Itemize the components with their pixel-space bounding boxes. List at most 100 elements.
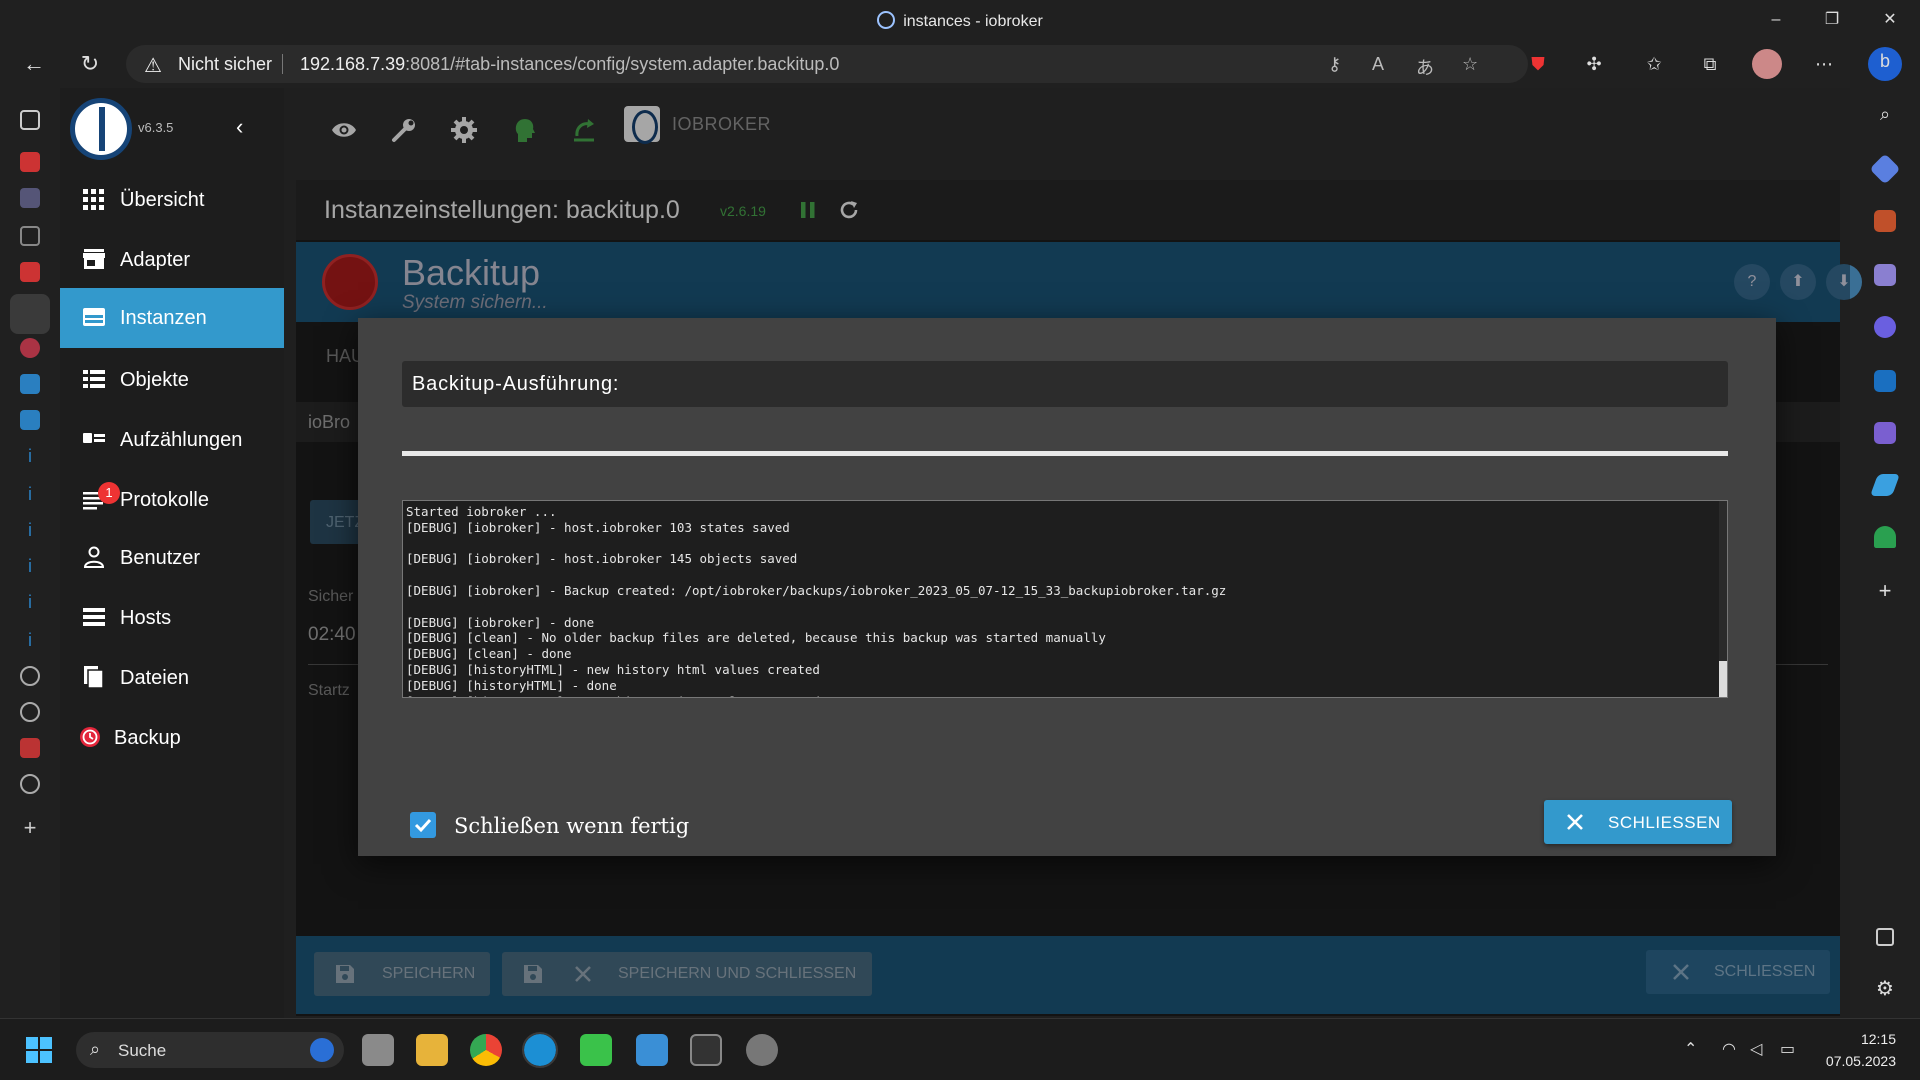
clock-time[interactable]: 12:15 (1840, 1031, 1896, 1047)
new-tab-icon[interactable]: + (20, 817, 40, 839)
bing-chat-icon[interactable]: b (1868, 47, 1902, 81)
tab-actions-icon[interactable] (20, 110, 40, 130)
menu-item-overview[interactable]: Übersicht (60, 170, 284, 230)
terminal-icon[interactable] (690, 1034, 722, 1066)
task-view-icon[interactable] (362, 1034, 394, 1066)
notepad-icon[interactable] (636, 1034, 668, 1066)
log-line: [DEBUG] [clean] - done (406, 646, 572, 662)
back-icon[interactable]: ← (20, 50, 48, 78)
minimize-button[interactable]: – (1764, 8, 1788, 32)
log-line: [DEBUG] [iobroker] - Backup created: /op… (406, 582, 1227, 598)
tab-app-icon[interactable] (20, 738, 40, 758)
menu-item-label: Übersicht (120, 189, 205, 211)
tab-info-icon[interactable]: i (20, 484, 40, 504)
tree-icon[interactable] (1874, 526, 1896, 548)
tab-app-icon[interactable] (20, 410, 40, 430)
menu-item-adapter[interactable]: Adapter (60, 230, 284, 290)
chrome-icon[interactable] (470, 1034, 502, 1066)
menu-item-label: Adapter (120, 249, 191, 271)
windows-taskbar: ⌕ Suche ⌃ ◠ ◁ ▭ 12:15 07.05.2023 (0, 1018, 1920, 1080)
extensions-icon[interactable]: ✣ (1580, 50, 1608, 78)
read-aloud-icon[interactable]: A (1372, 54, 1384, 75)
battery-icon[interactable]: ▭ (1780, 1039, 1795, 1059)
wifi-icon[interactable]: ◠ (1722, 1039, 1736, 1059)
menu-item-hosts[interactable]: Hosts (60, 588, 284, 648)
menu-item-instances[interactable]: Instanzen (60, 288, 284, 348)
translate-icon[interactable]: あ (1416, 54, 1434, 80)
taskbar-search[interactable]: ⌕ Suche (76, 1032, 344, 1068)
tray-chevron-icon[interactable]: ⌃ (1684, 1039, 1697, 1059)
file-explorer-icon[interactable] (416, 1034, 448, 1066)
menu-item-label: Objekte (120, 369, 189, 391)
more-icon[interactable]: ⋯ (1810, 50, 1838, 78)
close-when-done-checkbox[interactable] (410, 812, 436, 838)
menu-item-logs[interactable]: 1 Protokolle (60, 470, 284, 530)
collections-icon[interactable]: ⧉ (1696, 50, 1724, 78)
favorite-add-icon[interactable]: ☆ (1462, 54, 1478, 75)
log-line: [DEBUG] [clean] - No older backup files … (406, 630, 1106, 646)
tab-document-icon[interactable] (20, 226, 40, 246)
menu-item-users[interactable]: Benutzer (60, 528, 284, 588)
tab-r-icon[interactable] (20, 338, 40, 358)
menu-item-label: Protokolle (120, 489, 209, 511)
games-icon[interactable] (1874, 264, 1896, 286)
tab-iobroker-active-icon[interactable] (10, 294, 50, 334)
shield-extension-icon[interactable]: ⛊ (1524, 50, 1552, 78)
log-scrollbar[interactable] (1719, 501, 1727, 697)
address-bar[interactable]: ⚠ Nicht sicher 192.168.7.39:8081/#tab-in… (126, 45, 1528, 83)
windows-start-icon[interactable] (26, 1037, 52, 1063)
tab-youtube-icon[interactable] (20, 152, 40, 172)
tab-github-icon[interactable] (20, 666, 40, 686)
tab-youtube-icon[interactable] (20, 262, 40, 282)
dialog-close-button[interactable]: SCHLIESSEN (1544, 800, 1732, 844)
hide-sidebar-icon[interactable] (1876, 928, 1894, 946)
tab-github-icon[interactable] (20, 702, 40, 722)
close-window-button[interactable]: ✕ (1878, 8, 1902, 32)
log-output[interactable]: Started iobroker ... [DEBUG] [iobroker] -… (402, 500, 1728, 698)
checkbox-label[interactable]: Schließen wenn fertig (454, 814, 689, 838)
menu-item-backup[interactable]: Backup (60, 708, 284, 768)
tab-github-icon[interactable] (20, 774, 40, 794)
app-icon[interactable] (580, 1034, 612, 1066)
edge-sidebar: ⌕ + ⚙ (1850, 88, 1920, 1018)
close-icon (1567, 814, 1583, 830)
tools-icon[interactable] (1874, 210, 1896, 232)
menu-item-objects[interactable]: Objekte (60, 350, 284, 410)
hosts-icon (83, 608, 105, 626)
url-text[interactable]: 192.168.7.39:8081/#tab-instances/config/… (300, 54, 839, 75)
profile-avatar[interactable] (1752, 49, 1782, 79)
tab-info-icon[interactable]: i (20, 556, 40, 576)
send-icon[interactable] (1869, 474, 1901, 496)
instances-icon (83, 308, 105, 326)
outlook-icon[interactable] (1874, 370, 1896, 392)
add-sidebar-app-icon[interactable]: + (1874, 580, 1896, 602)
settings-icon[interactable] (746, 1034, 778, 1066)
key-icon[interactable]: ⚷ (1328, 54, 1341, 75)
volume-icon[interactable]: ◁ (1750, 1039, 1762, 1059)
log-line: [DEBUG] [iobroker] - host.iobroker 103 s… (406, 519, 790, 535)
shopping-icon[interactable] (1869, 153, 1901, 185)
reload-icon[interactable]: ↻ (76, 50, 104, 78)
search-icon[interactable]: ⌕ (1874, 104, 1896, 126)
maximize-button[interactable]: ❐ (1820, 8, 1844, 32)
favorites-icon[interactable]: ✩ (1640, 50, 1668, 78)
collapse-menu-icon[interactable]: ‹ (236, 114, 243, 140)
tab-info-icon[interactable]: i (20, 520, 40, 540)
tab-info-icon[interactable]: i (20, 630, 40, 650)
tab-info-icon[interactable]: i (20, 446, 40, 466)
scrollbar-thumb[interactable] (1719, 661, 1727, 697)
tab-app-icon[interactable] (20, 188, 40, 208)
designer-icon[interactable] (1874, 422, 1896, 444)
settings-icon[interactable]: ⚙ (1874, 976, 1896, 1000)
store-icon (83, 249, 105, 269)
tab-app-icon[interactable] (20, 374, 40, 394)
tab-info-icon[interactable]: i (20, 592, 40, 612)
menu-item-files[interactable]: Dateien (60, 648, 284, 708)
menu-item-enums[interactable]: Aufzählungen (60, 410, 284, 470)
edge-icon[interactable] (522, 1032, 558, 1068)
copilot-icon[interactable] (1874, 316, 1896, 338)
clock-date[interactable]: 07.05.2023 (1808, 1053, 1896, 1069)
security-label[interactable]: Nicht sicher (178, 54, 272, 75)
backup-clock-icon (80, 727, 100, 747)
